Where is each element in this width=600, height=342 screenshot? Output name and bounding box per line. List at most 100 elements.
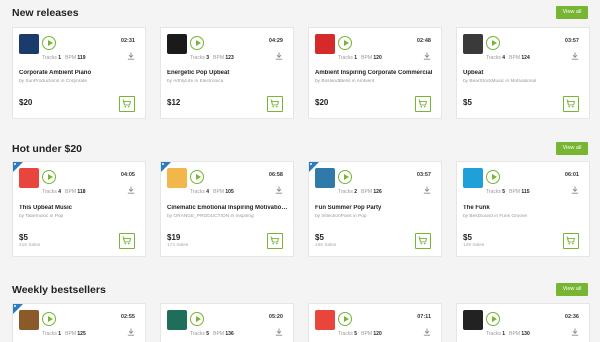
category-link[interactable]: Corporate (66, 79, 87, 84)
author-link[interactable]: BearStockMusic (469, 79, 504, 84)
cake-logo-icon[interactable] (167, 168, 187, 188)
track-card[interactable]: 02:36 Tracks 1 BPM 130 (456, 303, 590, 342)
download-icon[interactable] (423, 328, 431, 336)
play-icon[interactable] (190, 170, 204, 184)
play-icon[interactable] (42, 170, 56, 184)
view-all-button[interactable]: View all (556, 142, 588, 155)
category-link[interactable]: Pop (358, 214, 367, 219)
wreath-logo-icon[interactable] (19, 310, 39, 330)
add-to-cart-button[interactable] (119, 233, 135, 249)
category-link[interactable]: Ambient (357, 79, 375, 84)
play-icon[interactable] (486, 36, 500, 50)
headphones-logo-icon[interactable] (167, 34, 187, 54)
track-card[interactable]: 02:48 Tracks 1 BPM 120 Ambient Inspiring… (308, 27, 442, 119)
download-icon[interactable] (127, 328, 135, 336)
download-icon[interactable] (275, 52, 283, 60)
track-card[interactable]: 06:58 Tracks 4 BPM 105 Cinematic Emotion… (160, 161, 294, 257)
price: $12 (167, 98, 181, 107)
cart-icon (566, 236, 576, 245)
author-link[interactable]: ArthlyLife (173, 79, 193, 84)
track-card[interactable]: 04:29 Tracks 3 BPM 123 Energetic Pop Upb… (160, 27, 294, 119)
tracks-label: Tracks (486, 189, 501, 195)
cart-icon (270, 99, 280, 108)
author-link[interactable]: SunProductions (25, 79, 59, 84)
play-icon[interactable] (42, 36, 56, 50)
author-link[interactable]: BestSound (469, 214, 492, 219)
play-icon[interactable] (486, 312, 500, 326)
category-link[interactable]: Inspiring (236, 214, 254, 219)
download-icon[interactable] (127, 52, 135, 60)
download-icon[interactable] (423, 52, 431, 60)
track-title[interactable]: Ambient Inspiring Corporate Commercial (315, 70, 437, 76)
duration: 03:57 (564, 38, 579, 44)
track-card[interactable]: 05:20 Tracks 5 BPM 136 (160, 303, 294, 342)
duration: 06:58 (268, 172, 283, 178)
track-meta: Tracks 5 BPM 120 (338, 331, 382, 337)
bpm-label: BPM (213, 189, 225, 195)
download-icon[interactable] (423, 186, 431, 194)
track-card[interactable]: 06:01 Tracks 5 BPM 115 The Funk by BestS… (456, 161, 590, 257)
play-icon[interactable] (338, 312, 352, 326)
green-grid-logo-icon[interactable] (167, 310, 187, 330)
bpm-value: 125 (77, 331, 86, 337)
add-to-cart-button[interactable] (267, 96, 283, 112)
tracks-label: Tracks (338, 331, 353, 337)
diamond-logo-icon[interactable] (315, 168, 335, 188)
category-link[interactable]: Funk Groove (499, 214, 527, 219)
author-link[interactable]: BoslandBless (321, 79, 350, 84)
download-icon[interactable] (275, 328, 283, 336)
monkey-logo-icon[interactable] (463, 310, 483, 330)
track-card[interactable]: 02:55 Tracks 1 BPM 125 (12, 303, 146, 342)
category-link[interactable]: Electronica (200, 79, 224, 84)
download-icon[interactable] (571, 52, 579, 60)
view-all-button[interactable]: View all (556, 283, 588, 296)
play-icon[interactable] (190, 36, 204, 50)
add-to-cart-button[interactable] (563, 233, 579, 249)
play-icon[interactable] (338, 36, 352, 50)
play-icon[interactable] (42, 312, 56, 326)
add-to-cart-button[interactable] (415, 96, 431, 112)
add-to-cart-button[interactable] (415, 233, 431, 249)
track-card[interactable]: 03:57 Tracks 4 BPM 124 Upbeat by BearSto… (456, 27, 590, 119)
category-link[interactable]: Motivational (511, 79, 537, 84)
in-label: in (60, 79, 65, 84)
view-all-button[interactable]: View all (556, 6, 588, 19)
download-icon[interactable] (275, 186, 283, 194)
play-icon[interactable] (190, 312, 204, 326)
track-meta: Tracks 1 BPM 120 (338, 55, 382, 61)
tracks-label: Tracks (42, 189, 57, 195)
author-link[interactable]: ORANGE_PRODUCTION (173, 214, 229, 219)
triangle-logo-icon[interactable] (463, 168, 483, 188)
add-to-cart-button[interactable] (119, 96, 135, 112)
track-card[interactable]: 02:31 Tracks 1 BPM 119 Corporate Ambient… (12, 27, 146, 119)
add-to-cart-button[interactable] (563, 96, 579, 112)
author-link[interactable]: Tabemusic (25, 214, 48, 219)
track-title[interactable]: Corporate Ambient Piano (19, 70, 141, 76)
red-round-logo-icon[interactable] (315, 34, 335, 54)
track-title[interactable]: Cinematic Emotional Inspiring Motivation… (167, 205, 289, 211)
price: $5 (463, 233, 472, 242)
red-hexagon-logo-icon[interactable] (315, 310, 335, 330)
track-title[interactable]: Energetic Pop Upbeat (167, 70, 289, 76)
bear-logo-icon[interactable] (463, 34, 483, 54)
category-link[interactable]: Pop (55, 214, 64, 219)
download-icon[interactable] (571, 186, 579, 194)
globe-logo-icon[interactable] (19, 34, 39, 54)
track-title[interactable]: The Funk (463, 205, 585, 211)
author-link[interactable]: InflectionPoint (321, 214, 351, 219)
price: $5 (463, 98, 472, 107)
track-card[interactable]: 04:05 Tracks 4 BPM 118 This Upbeat Music… (12, 161, 146, 257)
add-to-cart-button[interactable] (267, 233, 283, 249)
track-card[interactable]: 03:57 Tracks 2 BPM 126 Fun Summer Pop Pa… (308, 161, 442, 257)
track-title[interactable]: Upbeat (463, 70, 585, 76)
red-tile-logo-icon[interactable] (19, 168, 39, 188)
track-title[interactable]: Fun Summer Pop Party (315, 205, 437, 211)
play-icon[interactable] (486, 170, 500, 184)
download-icon[interactable] (571, 328, 579, 336)
bpm-value: 123 (225, 55, 234, 61)
in-label: in (352, 214, 357, 219)
track-title[interactable]: This Upbeat Music (19, 205, 141, 211)
track-card[interactable]: 07:11 Tracks 5 BPM 120 (308, 303, 442, 342)
play-icon[interactable] (338, 170, 352, 184)
download-icon[interactable] (127, 186, 135, 194)
